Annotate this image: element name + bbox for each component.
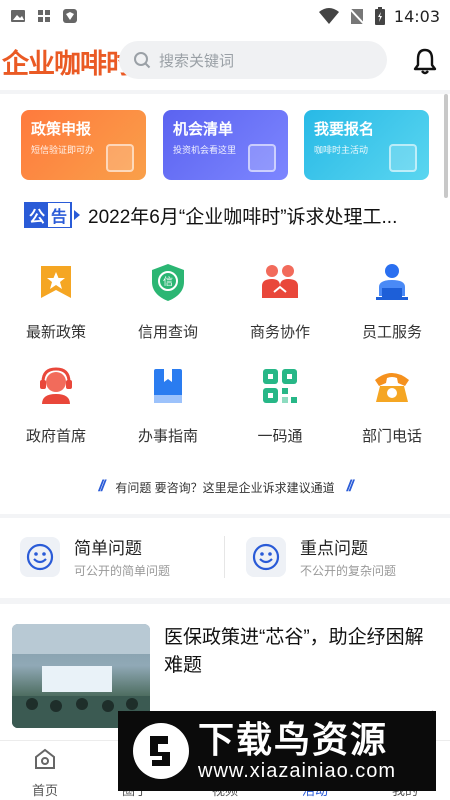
app-logo: 企业咖啡时 bbox=[2, 48, 133, 80]
watermark-title: 下载鸟资源 bbox=[198, 718, 389, 760]
phone-icon bbox=[375, 373, 409, 402]
wifi-icon bbox=[318, 8, 339, 24]
grid-label: 政府首席 bbox=[25, 428, 86, 445]
grid-item-credit-check[interactable]: 信 信用查询 bbox=[112, 262, 224, 342]
svg-text:信: 信 bbox=[163, 276, 173, 288]
clock: 14:03 bbox=[393, 6, 440, 26]
notice-text[interactable]: 2022年6月“企业咖啡时”诉求处理工... bbox=[88, 202, 418, 229]
shield-icon: 信 bbox=[152, 264, 184, 301]
quick-card-title: 政策申报 bbox=[31, 121, 92, 138]
slash-decoration-icon: // bbox=[346, 478, 354, 495]
smiley-icon bbox=[246, 536, 286, 577]
nav-home[interactable]: 首页 bbox=[0, 747, 90, 799]
bird-logo-icon bbox=[133, 723, 189, 779]
search-icon bbox=[134, 52, 151, 69]
battery-charging-icon bbox=[374, 7, 385, 25]
grid-label: 一码通 bbox=[257, 428, 303, 445]
grid-label: 信用查询 bbox=[137, 324, 198, 341]
scrollbar[interactable] bbox=[444, 94, 448, 198]
pen-icon bbox=[389, 144, 417, 172]
key-problem-button[interactable]: 重点问题 不公开的复杂问题 bbox=[246, 534, 396, 579]
grid-label: 最新政策 bbox=[25, 324, 86, 341]
grid-item-employee[interactable]: 员工服务 bbox=[336, 262, 448, 342]
problem-title: 重点问题 bbox=[300, 539, 368, 558]
grid-label: 办事指南 bbox=[137, 428, 198, 445]
flag-icon bbox=[41, 266, 71, 298]
home-icon bbox=[35, 748, 55, 769]
nav-label: 首页 bbox=[31, 783, 58, 798]
quick-card-policy[interactable]: 政策申报 短信验证即可办 bbox=[21, 110, 146, 180]
apps-icon bbox=[38, 10, 50, 22]
problem-title: 简单问题 bbox=[74, 539, 142, 558]
news-title: 医保政策进“芯谷”，助企纾困解难题 bbox=[164, 627, 424, 676]
book-icon bbox=[154, 369, 182, 403]
list-icon bbox=[248, 144, 276, 172]
grid-label: 商务协作 bbox=[249, 324, 310, 341]
grid-item-guide[interactable]: 办事指南 bbox=[112, 366, 224, 446]
problems-section: 简单问题 可公开的简单问题 重点问题 不公开的复杂问题 bbox=[0, 518, 450, 598]
vpn-shield-icon bbox=[63, 9, 77, 23]
consult-tagline[interactable]: // 有问题 要咨询？这里是企业诉求建议通道 // bbox=[0, 478, 450, 496]
app-screen: 14:03 企业咖啡时 搜索关键词 政策申报 短信验证即可办 机会清单 投资机会… bbox=[0, 0, 450, 800]
notice-bar[interactable]: 公 告 2022年6月“企业咖啡时”诉求处理工... bbox=[24, 198, 434, 232]
app-header: 企业咖啡时 搜索关键词 bbox=[0, 32, 450, 90]
people-icon bbox=[262, 265, 298, 298]
notice-badge-char: 告 bbox=[48, 203, 71, 227]
tagline-text: 有问题 要咨询？这里是企业诉求建议通道 bbox=[115, 480, 335, 495]
quick-card-opportunities[interactable]: 机会清单 投资机会看这里 bbox=[163, 110, 288, 180]
problem-subtitle: 可公开的简单问题 bbox=[74, 564, 171, 578]
quick-card-title: 机会清单 bbox=[173, 121, 234, 138]
notice-badge-char: 公 bbox=[26, 203, 49, 227]
document-icon bbox=[106, 144, 134, 172]
grid-item-business[interactable]: 商务协作 bbox=[224, 262, 336, 342]
quick-card-signup[interactable]: 我要报名 咖啡时主活动 bbox=[304, 110, 429, 180]
grid-item-dept-phone[interactable]: 部门电话 bbox=[336, 366, 448, 446]
image-icon bbox=[11, 10, 25, 22]
bell-icon[interactable] bbox=[412, 47, 438, 75]
grid-item-gov-chief[interactable]: 政府首席 bbox=[0, 366, 112, 446]
simple-problem-button[interactable]: 简单问题 可公开的简单问题 bbox=[20, 534, 170, 579]
no-sim-icon bbox=[349, 8, 365, 25]
grid-label: 部门电话 bbox=[361, 428, 422, 445]
watermark: 下载鸟资源 www.xiazainiao.com bbox=[118, 711, 436, 791]
grid-label: 员工服务 bbox=[361, 324, 422, 341]
headset-icon bbox=[40, 367, 72, 404]
divider bbox=[224, 536, 225, 578]
presenter-icon bbox=[376, 264, 408, 300]
status-bar: 14:03 bbox=[0, 0, 450, 32]
home-main: 政策申报 短信验证即可办 机会清单 投资机会看这里 我要报名 咖啡时主活动 公 … bbox=[0, 94, 450, 514]
search-input[interactable]: 搜索关键词 bbox=[159, 50, 234, 71]
smiley-icon bbox=[20, 536, 60, 577]
search-bar[interactable]: 搜索关键词 bbox=[119, 41, 387, 79]
quick-card-title: 我要报名 bbox=[314, 121, 375, 138]
play-arrow-icon bbox=[74, 210, 81, 220]
problem-subtitle: 不公开的复杂问题 bbox=[300, 564, 397, 578]
grid-item-latest-policy[interactable]: 最新政策 bbox=[0, 262, 112, 342]
watermark-url: www.xiazainiao.com bbox=[198, 759, 397, 782]
slash-decoration-icon: // bbox=[98, 478, 105, 495]
grid-item-one-code[interactable]: 一码通 bbox=[224, 366, 336, 446]
qr-code-icon bbox=[263, 369, 297, 403]
notice-badge: 公 告 bbox=[24, 202, 73, 228]
